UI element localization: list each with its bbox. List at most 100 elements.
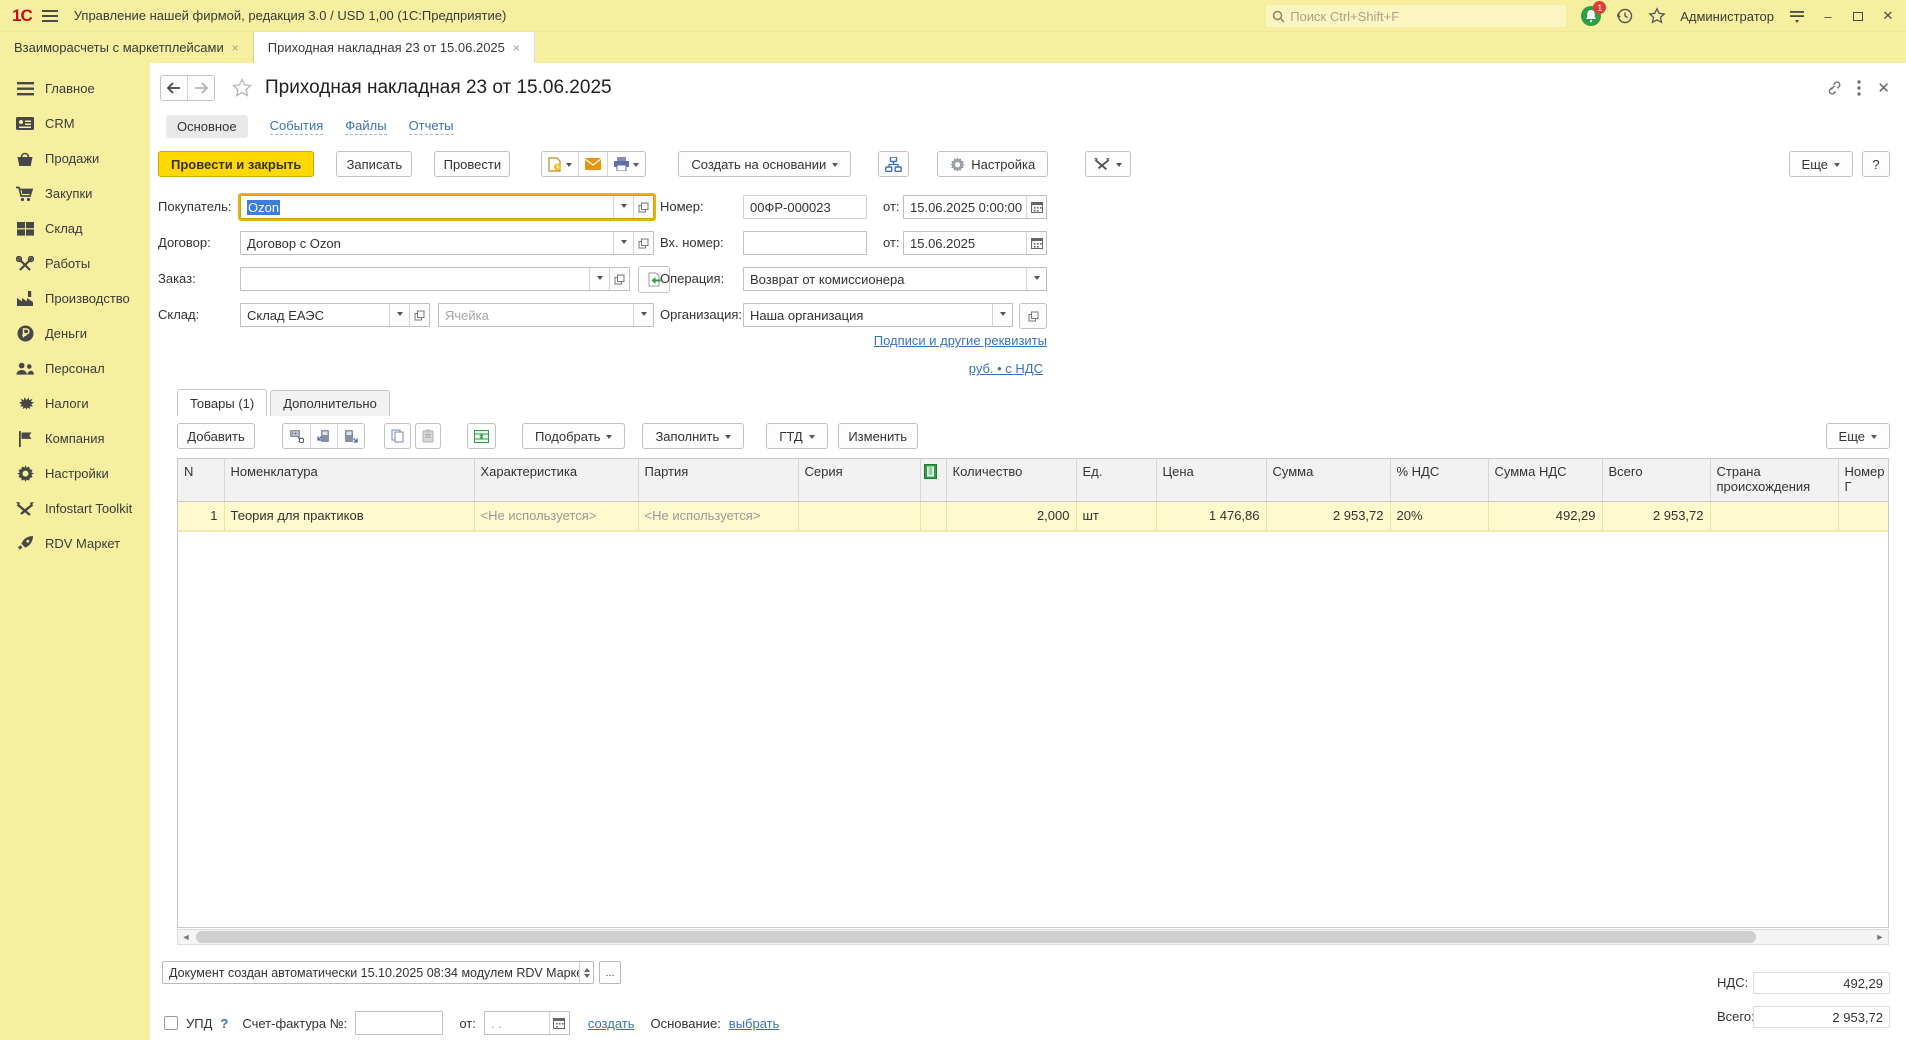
calendar-icon[interactable] xyxy=(1026,232,1046,254)
table-more-button[interactable]: Еще xyxy=(1825,423,1890,449)
incoming-number-input[interactable] xyxy=(750,235,860,251)
sidebar-item-taxes[interactable]: Налоги xyxy=(0,386,150,421)
nav-tab-main[interactable]: Основное xyxy=(166,115,248,138)
incoming-number-field[interactable] xyxy=(743,231,867,255)
buyer-dropdown-icon[interactable] xyxy=(613,196,633,218)
warehouse-field[interactable]: Склад ЕАЭС xyxy=(240,303,430,327)
invoice-number-field[interactable] xyxy=(355,1011,444,1035)
paste-rows-button[interactable] xyxy=(415,423,441,449)
cell-series[interactable] xyxy=(798,501,921,531)
scrollbar-thumb[interactable] xyxy=(196,931,1756,943)
signatures-link[interactable]: Подписи и другие реквизиты xyxy=(874,333,1047,348)
currency-vat-link[interactable]: руб. • с НДС xyxy=(969,361,1043,376)
cell-unit[interactable]: шт xyxy=(1076,501,1157,531)
sidebar-item-rdv-market[interactable]: RDV Маркет xyxy=(0,526,150,561)
warehouse-dropdown-icon[interactable] xyxy=(389,304,409,326)
organization-open-button[interactable] xyxy=(1019,303,1047,329)
order-open-icon[interactable] xyxy=(609,268,629,290)
comment-field[interactable]: Документ создан автоматически 15.10.2025… xyxy=(162,961,594,984)
cell-quantity[interactable]: 2,000 xyxy=(946,501,1077,531)
sidebar-item-crm[interactable]: CRM xyxy=(0,106,150,141)
upd-help-link[interactable]: ? xyxy=(220,1016,228,1031)
favorites-star-icon[interactable] xyxy=(1648,7,1666,25)
cell-batch[interactable]: <Не используется> xyxy=(638,501,799,531)
history-icon[interactable] xyxy=(1616,7,1634,25)
tab-additional[interactable]: Дополнительно xyxy=(270,390,390,416)
maximize-button[interactable] xyxy=(1850,9,1866,24)
post-button[interactable]: Провести xyxy=(434,151,511,177)
invoice-date-field[interactable]: . . xyxy=(483,1011,570,1035)
sidebar-item-staff[interactable]: Персонал xyxy=(0,351,150,386)
operation-dropdown-icon[interactable] xyxy=(1026,268,1046,290)
sidebar-item-infostart-toolkit[interactable]: Infostart Toolkit xyxy=(0,491,150,526)
window-tab-marketplaces[interactable]: Взаиморасчеты с маркетплейсами × xyxy=(0,32,254,63)
service-tools-button[interactable] xyxy=(1085,151,1132,177)
settings-button[interactable]: Настройка xyxy=(937,151,1049,177)
main-menu-icon[interactable] xyxy=(41,9,58,22)
search-input[interactable] xyxy=(1290,8,1561,24)
email-icon[interactable] xyxy=(579,152,609,176)
horizontal-scrollbar[interactable]: ◄ ► xyxy=(177,929,1889,945)
create-invoice-link[interactable]: создать xyxy=(588,1016,635,1031)
scroll-right-icon[interactable]: ► xyxy=(1872,930,1888,944)
sidebar-item-main[interactable]: Главное xyxy=(0,71,150,106)
barcode-scanner-icon[interactable] xyxy=(283,424,311,448)
fill-button[interactable]: Заполнить xyxy=(642,423,745,449)
add-row-button[interactable]: Добавить xyxy=(177,423,255,449)
contract-field[interactable]: Договор с Ozon xyxy=(240,231,654,255)
close-form-icon[interactable]: ✕ xyxy=(1877,79,1890,97)
close-tab-icon[interactable]: × xyxy=(513,41,520,55)
terminal-upload-icon[interactable] xyxy=(311,424,338,448)
get-link-icon[interactable] xyxy=(1824,80,1841,96)
cell-gtd[interactable] xyxy=(1838,501,1888,531)
global-search[interactable] xyxy=(1266,5,1567,27)
organization-field[interactable]: Наша организация xyxy=(743,303,1013,327)
sidebar-item-production[interactable]: Производство xyxy=(0,281,150,316)
copy-rows-button[interactable] xyxy=(384,423,411,449)
calendar-icon[interactable] xyxy=(548,1012,569,1034)
current-user[interactable]: Администратор xyxy=(1680,9,1774,24)
upd-checkbox[interactable] xyxy=(164,1016,178,1030)
close-window-button[interactable]: ✕ xyxy=(1880,8,1896,24)
pick-button[interactable]: Подобрать xyxy=(522,423,626,449)
sidebar-item-sales[interactable]: Продажи xyxy=(0,141,150,176)
new-document-icon[interactable] xyxy=(542,152,580,176)
terminal-download-icon[interactable] xyxy=(338,424,364,448)
comment-spinner[interactable] xyxy=(579,962,593,983)
operation-field[interactable]: Возврат от комиссионера xyxy=(743,267,1047,291)
minimize-button[interactable]: – xyxy=(1820,9,1836,24)
print-icon[interactable] xyxy=(608,152,645,176)
calendar-icon[interactable] xyxy=(1026,196,1046,218)
sidebar-item-settings[interactable]: Настройки xyxy=(0,456,150,491)
cell-vat-sum[interactable]: 492,29 xyxy=(1488,501,1603,531)
sidebar-item-works[interactable]: Работы xyxy=(0,246,150,281)
cell-characteristic[interactable]: <Не используется> xyxy=(474,501,639,531)
comment-more-button[interactable]: ... xyxy=(599,961,621,984)
cell-dropdown-icon[interactable] xyxy=(633,304,653,326)
cell-vat-percent[interactable]: 20% xyxy=(1390,501,1489,531)
warehouse-open-icon[interactable] xyxy=(409,304,429,326)
cell-country[interactable] xyxy=(1710,501,1839,531)
more-button[interactable]: Еще xyxy=(1788,151,1853,177)
sidebar-item-purchases[interactable]: Закупки xyxy=(0,176,150,211)
choose-basis-link[interactable]: выбрать xyxy=(729,1016,780,1031)
organization-dropdown-icon[interactable] xyxy=(992,304,1012,326)
post-and-close-button[interactable]: Провести и закрыть xyxy=(158,151,315,177)
incoming-date-field[interactable]: 15.06.2025 xyxy=(903,231,1047,255)
service-menu-icon[interactable] xyxy=(1788,8,1806,24)
number-field[interactable]: 00ФР-000023 xyxy=(743,195,867,219)
order-dropdown-icon[interactable] xyxy=(589,268,609,290)
kebab-menu-icon[interactable] xyxy=(1857,80,1862,96)
close-tab-icon[interactable]: × xyxy=(232,41,239,55)
sidebar-item-warehouse[interactable]: Склад xyxy=(0,211,150,246)
cell-field[interactable] xyxy=(438,303,654,327)
edit-row-button[interactable]: Изменить xyxy=(837,423,918,449)
contract-open-icon[interactable] xyxy=(633,232,653,254)
buyer-field[interactable]: Ozon xyxy=(238,193,656,221)
cell-total[interactable]: 2 953,72 xyxy=(1602,501,1711,531)
favorite-star-icon[interactable] xyxy=(231,77,253,99)
nav-tab-reports[interactable]: Отчеты xyxy=(408,118,454,135)
nav-tab-files[interactable]: Файлы xyxy=(345,118,387,135)
save-button[interactable]: Записать xyxy=(336,151,413,177)
notifications-bell-icon[interactable]: 1 xyxy=(1580,1,1607,27)
